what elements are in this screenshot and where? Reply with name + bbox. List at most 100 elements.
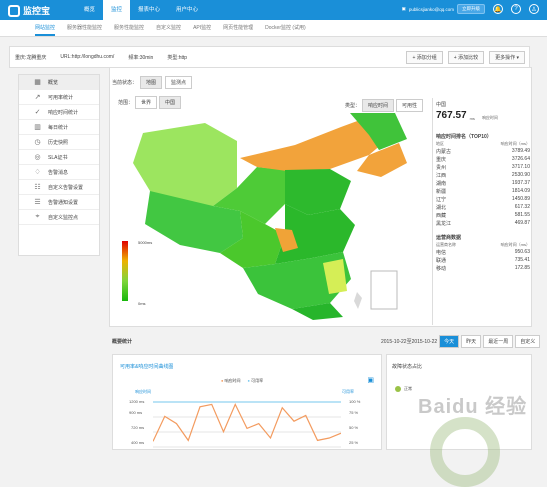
upgrade-button[interactable]: 立即升级 <box>457 4 485 14</box>
tab-docker-monitor[interactable]: Docker监控 (试用) <box>265 20 306 36</box>
y-tick-720: 720 ms <box>131 425 145 430</box>
nav-monitor[interactable]: 监控 <box>103 0 131 20</box>
tab-custom-monitor[interactable]: 自定义监控 <box>156 20 181 36</box>
last-week-button[interactable]: 最近一周 <box>483 335 514 348</box>
watermark-circle <box>430 417 500 487</box>
sidebar-item-notice-settings[interactable]: ☰ 告警通知设置 <box>19 195 99 210</box>
response-column-header: 响应时间（ms） <box>500 141 530 146</box>
date-range: 2015-10-22至2015-10-22 <box>381 339 438 345</box>
line-chart-plot[interactable] <box>153 397 341 451</box>
sidebar-item-sla[interactable]: ◎ SLA证书 <box>19 150 99 165</box>
row-region: 电信 <box>436 250 447 256</box>
row-value: 1450.89 <box>511 196 530 202</box>
row-region: 移动 <box>436 266 447 272</box>
clock-icon: ◷ <box>34 139 41 146</box>
nav-reports[interactable]: 报表中心 <box>130 0 168 20</box>
user-icon[interactable]: ♙ <box>529 4 539 14</box>
monitor-tabs: 网站监控 服务器性能监控 服务性能监控 自定义监控 API监控 网页性能管理 D… <box>0 20 547 37</box>
y2-tick-75: 75 % <box>349 410 359 415</box>
nav-user-center[interactable]: 用户中心 <box>168 0 206 20</box>
tab-server-monitor[interactable]: 服务器性能监控 <box>67 20 102 36</box>
view-state-label: 当前状态： <box>112 80 138 86</box>
sidebar-item-custom-points[interactable]: ⌖ 自定义监控点 <box>19 210 99 225</box>
sidebar-item-availability[interactable]: ↗ 可用率统计 <box>19 90 99 105</box>
y-tick-400: 400 ms <box>131 440 145 445</box>
tab-service-monitor[interactable]: 服务性能监控 <box>114 20 144 36</box>
row-value: 2530.90 <box>511 172 530 178</box>
main-nav: 概览 监控 报表中心 用户中心 <box>76 0 206 20</box>
today-button[interactable]: 今天 <box>439 335 460 348</box>
yesterday-button[interactable]: 昨天 <box>461 335 482 348</box>
view-map-button[interactable]: 地图 <box>140 76 163 89</box>
export-icon[interactable]: ▣ <box>367 376 374 384</box>
sidebar-item-alerts[interactable]: ♢ 告警消息 <box>19 165 99 180</box>
region-china-button[interactable]: 中国 <box>159 96 182 109</box>
response-unit: ms <box>469 116 475 121</box>
tab-website-monitor[interactable]: 网站监控 <box>35 20 56 36</box>
map-region-xinjiang[interactable] <box>133 123 237 209</box>
metric-response-button[interactable]: 响应时间 <box>362 99 395 112</box>
metric-availability-button[interactable]: 可用性 <box>396 99 424 112</box>
row-region: 湖南 <box>436 181 447 187</box>
legend-min-label: 0ms <box>138 301 146 306</box>
add-compare-button[interactable]: + 添加比较 <box>447 51 485 64</box>
legend-availability: ● 可用率 <box>247 378 264 383</box>
y2-tick-100: 100 % <box>349 399 361 404</box>
top10-row: 辽宁 1450.89 <box>436 196 530 203</box>
bell-icon[interactable]: 🔔 <box>493 4 503 14</box>
top10-title: 响应时间排名（TOP10） <box>436 134 492 140</box>
tab-page-performance[interactable]: 网页性能管理 <box>223 20 253 36</box>
site-url: URL:http://longdhu.com/ <box>60 54 115 60</box>
custom-range-button[interactable]: 自定义 <box>515 335 541 348</box>
region-world-button[interactable]: 世界 <box>135 96 158 109</box>
monitor-sidebar: ▦ 概览 ↗ 可用率统计 ✓ 响应时间统计 ▥ 每日统计 ◷ 历史快照 ◎ SLA证书 ♢ 告… <box>18 74 100 256</box>
isp-row: 移动 172.85 <box>436 265 530 272</box>
y2-tick-25: 25 % <box>349 440 359 445</box>
row-value: 172.85 <box>514 265 530 271</box>
y-axis-label: 响应时间 <box>135 389 151 394</box>
row-region: 联通 <box>436 258 447 264</box>
row-value: 950.63 <box>514 249 530 255</box>
notice-icon: ☰ <box>34 199 41 206</box>
top-navigation: 监控宝 概览 监控 报表中心 用户中心 ▣ publicsjianko@qq.co… <box>0 0 547 20</box>
row-region: 内蒙古 <box>436 149 452 155</box>
response-value-label: 响应时间 <box>481 115 498 120</box>
row-value: 735.41 <box>514 257 530 263</box>
top10-row: 新疆 1814.09 <box>436 188 530 195</box>
map-region-taiwan[interactable] <box>354 292 362 309</box>
line-chart-icon: ↗ <box>34 94 41 101</box>
isp-row: 电信 950.63 <box>436 249 530 256</box>
top10-row: 黑龙江 469.87 <box>436 220 530 227</box>
overview-panel: 当前状态： 地图 监测点 范围： 世界 中国 类型： 响应时间 可用性 5000ms 0ms… <box>109 67 532 327</box>
sidebar-item-overview[interactable]: ▦ 概览 <box>19 75 99 90</box>
isp-list: 电信 950.63 联通 735.41 移动 172.85 <box>436 249 530 272</box>
normal-status-swatch <box>395 386 401 392</box>
view-points-button[interactable]: 监测点 <box>165 76 193 89</box>
sidebar-item-alert-settings[interactable]: ☷ 自定义告警设置 <box>19 180 99 195</box>
sidebar-item-response-time[interactable]: ✓ 响应时间统计 <box>19 105 99 120</box>
row-region: 黑龙江 <box>436 221 452 227</box>
y2-tick-50: 50 % <box>349 425 359 430</box>
response-color-legend <box>122 241 128 301</box>
top10-row: 湖北 617.32 <box>436 204 530 211</box>
sidebar-item-history[interactable]: ◷ 历史快照 <box>19 135 99 150</box>
more-actions-button[interactable]: 更多操作 ▾ <box>489 51 525 64</box>
app-logo[interactable]: 监控宝 <box>8 4 50 17</box>
top10-row: 江西 2530.90 <box>436 172 530 179</box>
add-group-button[interactable]: + 添加分组 <box>406 51 443 64</box>
row-region: 辽宁 <box>436 197 447 203</box>
isp-title: 运营商数据 <box>436 235 462 241</box>
top10-row: 内蒙古 3789.49 <box>436 148 530 155</box>
response-time-line <box>153 402 341 442</box>
help-icon[interactable]: ? <box>511 4 521 14</box>
sidebar-item-daily[interactable]: ▥ 每日统计 <box>19 120 99 135</box>
row-value: 1814.09 <box>511 188 530 194</box>
account-menu[interactable]: ▣ publicsjianko@qq.com 立即升级 <box>402 4 485 14</box>
baidu-watermark: Baidu 经验 <box>418 396 528 418</box>
nav-overview[interactable]: 概览 <box>76 0 103 20</box>
tab-api-monitor[interactable]: API监控 <box>193 20 211 36</box>
legend-response: ● 响应时间 <box>221 378 241 383</box>
china-response-map[interactable] <box>125 113 425 321</box>
map-region-north[interactable] <box>285 169 351 215</box>
row-value: 3789.49 <box>511 148 530 154</box>
